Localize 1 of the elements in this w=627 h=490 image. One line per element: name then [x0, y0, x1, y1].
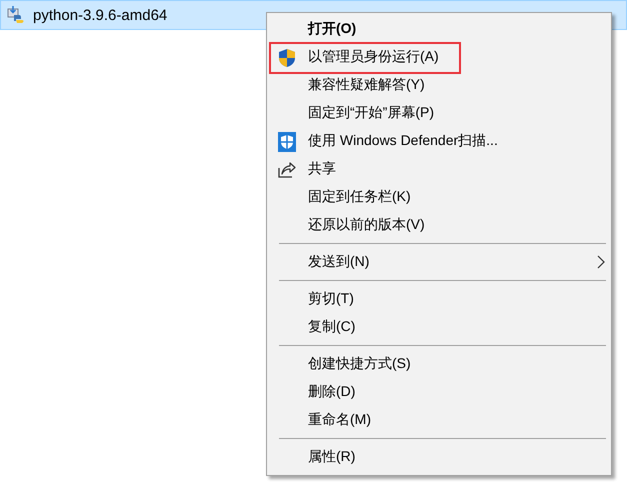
file-name: python-3.9.6-amd64	[33, 6, 168, 24]
